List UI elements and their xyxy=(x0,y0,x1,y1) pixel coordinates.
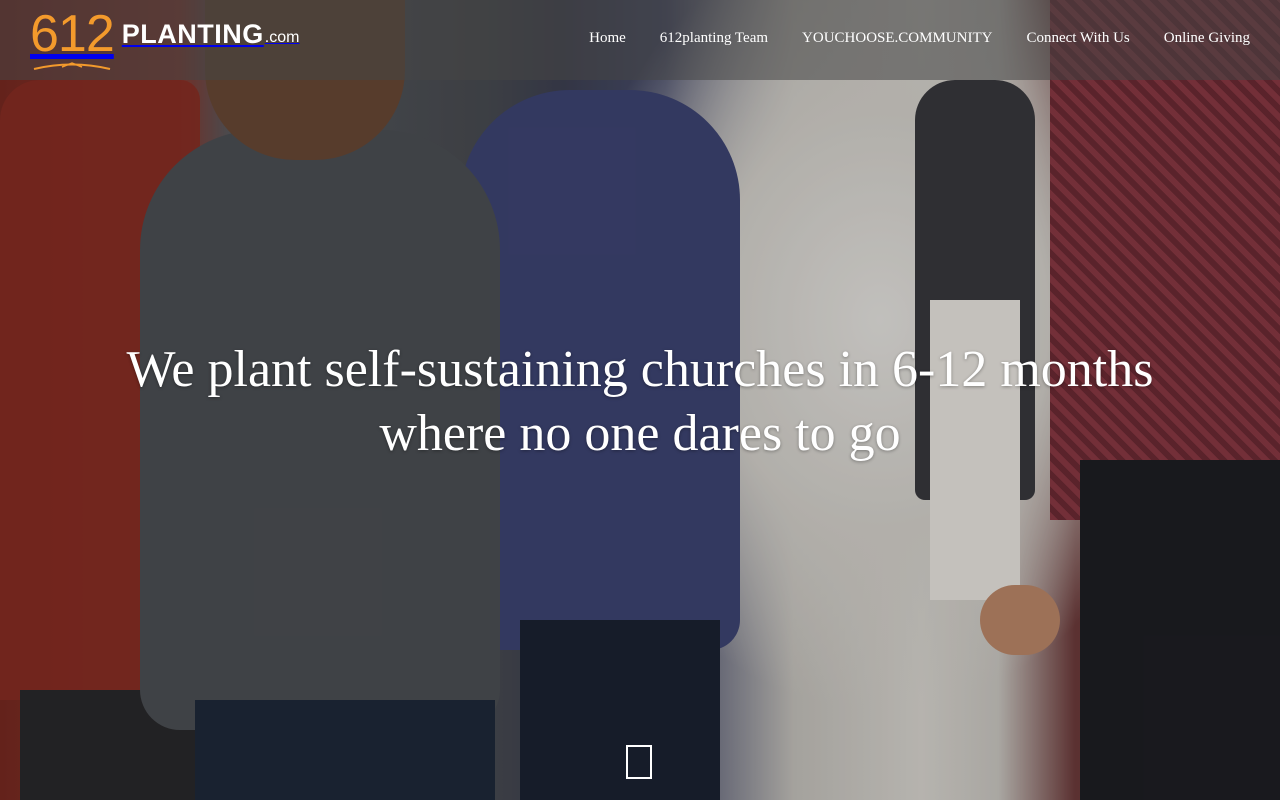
site-header: 612 PLANTING .com Home 612planting Team … xyxy=(0,0,1280,80)
main-nav: Home 612planting Team YOUCHOOSE.COMMUNIT… xyxy=(589,30,1250,47)
logo-suffix: .com xyxy=(264,29,300,46)
hero-headline: We plant self-sustaining churches in 6-1… xyxy=(60,338,1220,466)
nav-item-team[interactable]: 612planting Team xyxy=(660,30,768,47)
nav-item-youchoose[interactable]: YOUCHOOSE.COMMUNITY xyxy=(802,30,992,47)
nav-item-giving[interactable]: Online Giving xyxy=(1164,30,1250,47)
nav-item-connect[interactable]: Connect With Us xyxy=(1026,30,1129,47)
square-outline-icon[interactable] xyxy=(626,745,652,779)
site-logo[interactable]: 612 PLANTING .com xyxy=(30,5,300,70)
hero-headline-line1: We plant self-sustaining churches in 6-1… xyxy=(126,341,1154,398)
logo-word: PLANTING xyxy=(121,19,264,49)
hero-headline-line2: where no one dares to go xyxy=(379,405,901,462)
logo-number: 612 xyxy=(30,5,115,63)
logo-leaf-icon xyxy=(33,62,111,70)
nav-item-home[interactable]: Home xyxy=(589,30,626,47)
